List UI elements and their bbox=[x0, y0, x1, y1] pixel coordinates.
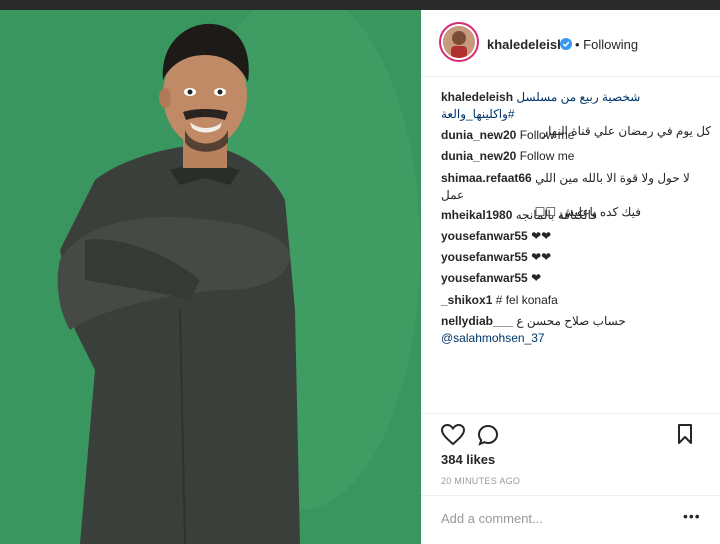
comment: dunia_new20 Follow me bbox=[441, 127, 711, 144]
comment: _shikox1 # fel konafa bbox=[441, 292, 711, 309]
comment-username[interactable]: _shikox1 bbox=[441, 293, 492, 307]
comment-text: فالكنافة بالمانجه bbox=[515, 208, 597, 222]
header-username[interactable]: khaledeleish bbox=[487, 37, 565, 52]
comment-text: ❤❤ bbox=[531, 250, 552, 264]
photo-illustration bbox=[0, 10, 421, 544]
post-sidebar: khaledeleish • Following khaledeleish شخ… bbox=[421, 10, 720, 544]
comment-username[interactable]: nellydiab___ bbox=[441, 314, 513, 328]
verified-icon bbox=[560, 38, 572, 50]
comment-username[interactable]: yousefanwar55 bbox=[441, 250, 528, 264]
top-strip bbox=[0, 0, 720, 10]
add-comment-input[interactable]: Add a comment... bbox=[441, 511, 543, 526]
post-header: khaledeleish • Following bbox=[421, 10, 720, 77]
avatar-image bbox=[443, 26, 475, 58]
post-timestamp: 20 MINUTES AGO bbox=[441, 476, 521, 486]
comment-text: Follow me bbox=[519, 149, 575, 163]
comment: yousefanwar55 ❤ bbox=[441, 270, 711, 287]
comment: dunia_new20 Follow me bbox=[441, 148, 711, 165]
post-photo[interactable] bbox=[0, 10, 421, 544]
comment-username[interactable]: mheikal1980 bbox=[441, 208, 512, 222]
avatar[interactable] bbox=[439, 22, 479, 62]
following-status[interactable]: • Following bbox=[575, 37, 638, 52]
comment-text: ❤❤ bbox=[531, 229, 552, 243]
heart-icon[interactable] bbox=[441, 424, 465, 446]
comment: yousefanwar55 ❤❤ bbox=[441, 249, 711, 266]
comment-username[interactable]: dunia_new20 bbox=[441, 149, 516, 163]
more-options-icon[interactable]: ••• bbox=[683, 508, 701, 524]
comment-username[interactable]: yousefanwar55 bbox=[441, 271, 528, 285]
comment: nellydiab___ حساب صلاح محسن ع @salahmohs… bbox=[441, 313, 711, 347]
divider bbox=[421, 495, 720, 496]
divider bbox=[421, 413, 720, 414]
comment-icon[interactable] bbox=[477, 424, 499, 446]
comment-text: Follow me bbox=[519, 128, 575, 142]
like-count[interactable]: 384 likes bbox=[441, 452, 495, 467]
comment-text: حساب صلاح محسن ع bbox=[516, 314, 626, 328]
caption-username[interactable]: khaledeleish bbox=[441, 90, 513, 104]
comment-username[interactable]: yousefanwar55 bbox=[441, 229, 528, 243]
action-bar bbox=[421, 422, 720, 448]
comment-username[interactable]: shimaa.refaat66 bbox=[441, 171, 532, 185]
comment: mheikal1980 فالكنافة بالمانجه bbox=[441, 207, 711, 224]
bookmark-icon[interactable] bbox=[677, 424, 693, 444]
comment-text: # fel konafa bbox=[495, 293, 558, 307]
mention-link[interactable]: @salahmohsen_37 bbox=[441, 330, 711, 347]
comment: yousefanwar55 ❤❤ bbox=[441, 228, 711, 245]
comment-text: ❤ bbox=[531, 271, 542, 285]
comment-username[interactable]: dunia_new20 bbox=[441, 128, 516, 142]
